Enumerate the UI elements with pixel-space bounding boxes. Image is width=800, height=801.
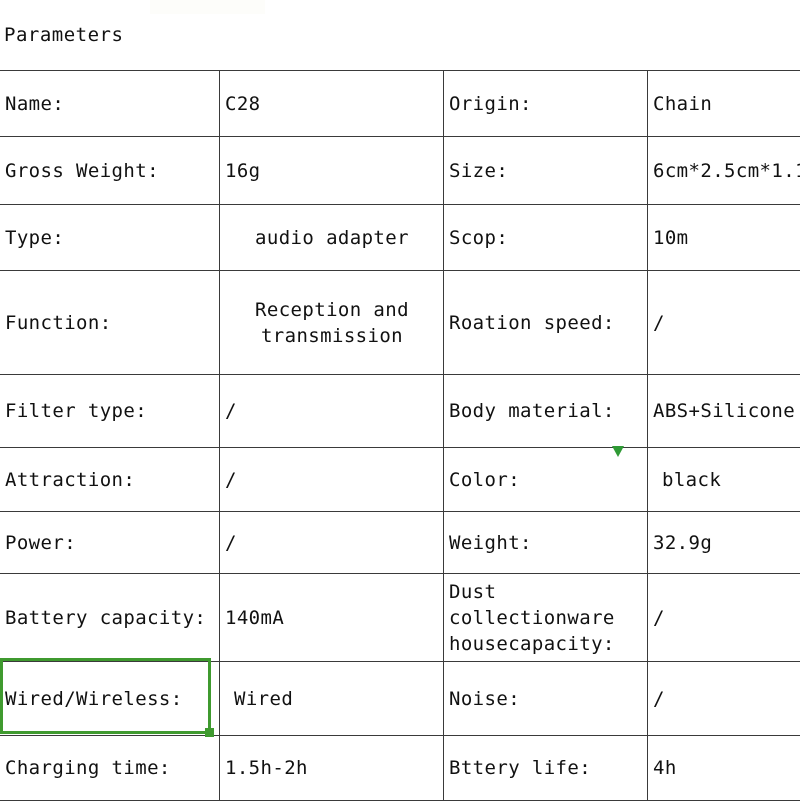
table-row: Attraction: / Color: black <box>0 448 800 512</box>
param-value-attraction[interactable]: / <box>220 448 444 512</box>
param-label-function: Function: <box>0 271 220 375</box>
table-row: Battery capacity: 140mA Dust collectionw… <box>0 574 800 662</box>
param-label-battery-capacity: Battery capacity: <box>0 574 220 662</box>
parameters-table: Name: C28 Origin: Chain Gross Weight: 16… <box>0 70 800 801</box>
scan-artifact <box>150 0 265 14</box>
param-label-scop: Scop: <box>444 205 648 271</box>
param-label-color: Color: <box>444 448 648 512</box>
param-label-type: Type: <box>0 205 220 271</box>
parameters-page: Parameters Name: C28 Origin: Chain Gross… <box>0 0 800 800</box>
table-row: Type: audio adapter Scop: 10m <box>0 205 800 271</box>
parameters-table-body: Name: C28 Origin: Chain Gross Weight: 16… <box>0 71 800 801</box>
table-row: Wired/Wireless: Wired Noise: / <box>0 662 800 736</box>
param-value-origin[interactable]: Chain <box>648 71 800 137</box>
param-value-power[interactable]: / <box>220 512 444 574</box>
param-label-name: Name: <box>0 71 220 137</box>
table-row: Power: / Weight: 32.9g <box>0 512 800 574</box>
param-value-type[interactable]: audio adapter <box>220 205 444 271</box>
param-label-body-material: Body material: <box>444 375 648 448</box>
param-value-filter-type[interactable]: / <box>220 375 444 448</box>
param-label-origin: Origin: <box>444 71 648 137</box>
param-label-dust-collectionware-housecapacity: Dust collectionware housecapacity: <box>444 574 648 662</box>
param-label-filter-type: Filter type: <box>0 375 220 448</box>
param-label-power: Power: <box>0 512 220 574</box>
param-label-weight: Weight: <box>444 512 648 574</box>
param-value-scop[interactable]: 10m <box>648 205 800 271</box>
param-value-gross-weight[interactable]: 16g <box>220 137 444 205</box>
param-label-roation-speed: Roation speed: <box>444 271 648 375</box>
table-row: Function: Reception and transmission Roa… <box>0 271 800 375</box>
param-value-color[interactable]: black <box>648 448 800 512</box>
param-label-attraction: Attraction: <box>0 448 220 512</box>
page-title: Parameters <box>4 22 123 48</box>
param-value-battery-capacity[interactable]: 140mA <box>220 574 444 662</box>
param-value-weight[interactable]: 32.9g <box>648 512 800 574</box>
param-value-name[interactable]: C28 <box>220 71 444 137</box>
table-row: Charging time: 1.5h-2h Bttery life: 4h <box>0 736 800 801</box>
param-value-body-material[interactable]: ABS+Silicone <box>648 375 800 448</box>
param-label-wired-wireless[interactable]: Wired/Wireless: <box>0 662 220 736</box>
param-value-dust-collectionware-housecapacity[interactable]: / <box>648 574 800 662</box>
table-row: Gross Weight: 16g Size: 6cm*2.5cm*1.1cm <box>0 137 800 205</box>
param-label-noise: Noise: <box>444 662 648 736</box>
param-label-gross-weight: Gross Weight: <box>0 137 220 205</box>
param-label-size: Size: <box>444 137 648 205</box>
param-label-bttery-life: Bttery life: <box>444 736 648 801</box>
param-value-function[interactable]: Reception and transmission <box>220 271 444 375</box>
param-value-charging-time[interactable]: 1.5h-2h <box>220 736 444 801</box>
param-value-noise[interactable]: / <box>648 662 800 736</box>
param-value-bttery-life[interactable]: 4h <box>648 736 800 801</box>
table-row: Name: C28 Origin: Chain <box>0 71 800 137</box>
param-value-size[interactable]: 6cm*2.5cm*1.1cm <box>648 137 800 205</box>
param-value-roation-speed[interactable]: / <box>648 271 800 375</box>
table-row: Filter type: / Body material: ABS+Silico… <box>0 375 800 448</box>
param-value-wired-wireless[interactable]: Wired <box>220 662 444 736</box>
param-label-charging-time: Charging time: <box>0 736 220 801</box>
